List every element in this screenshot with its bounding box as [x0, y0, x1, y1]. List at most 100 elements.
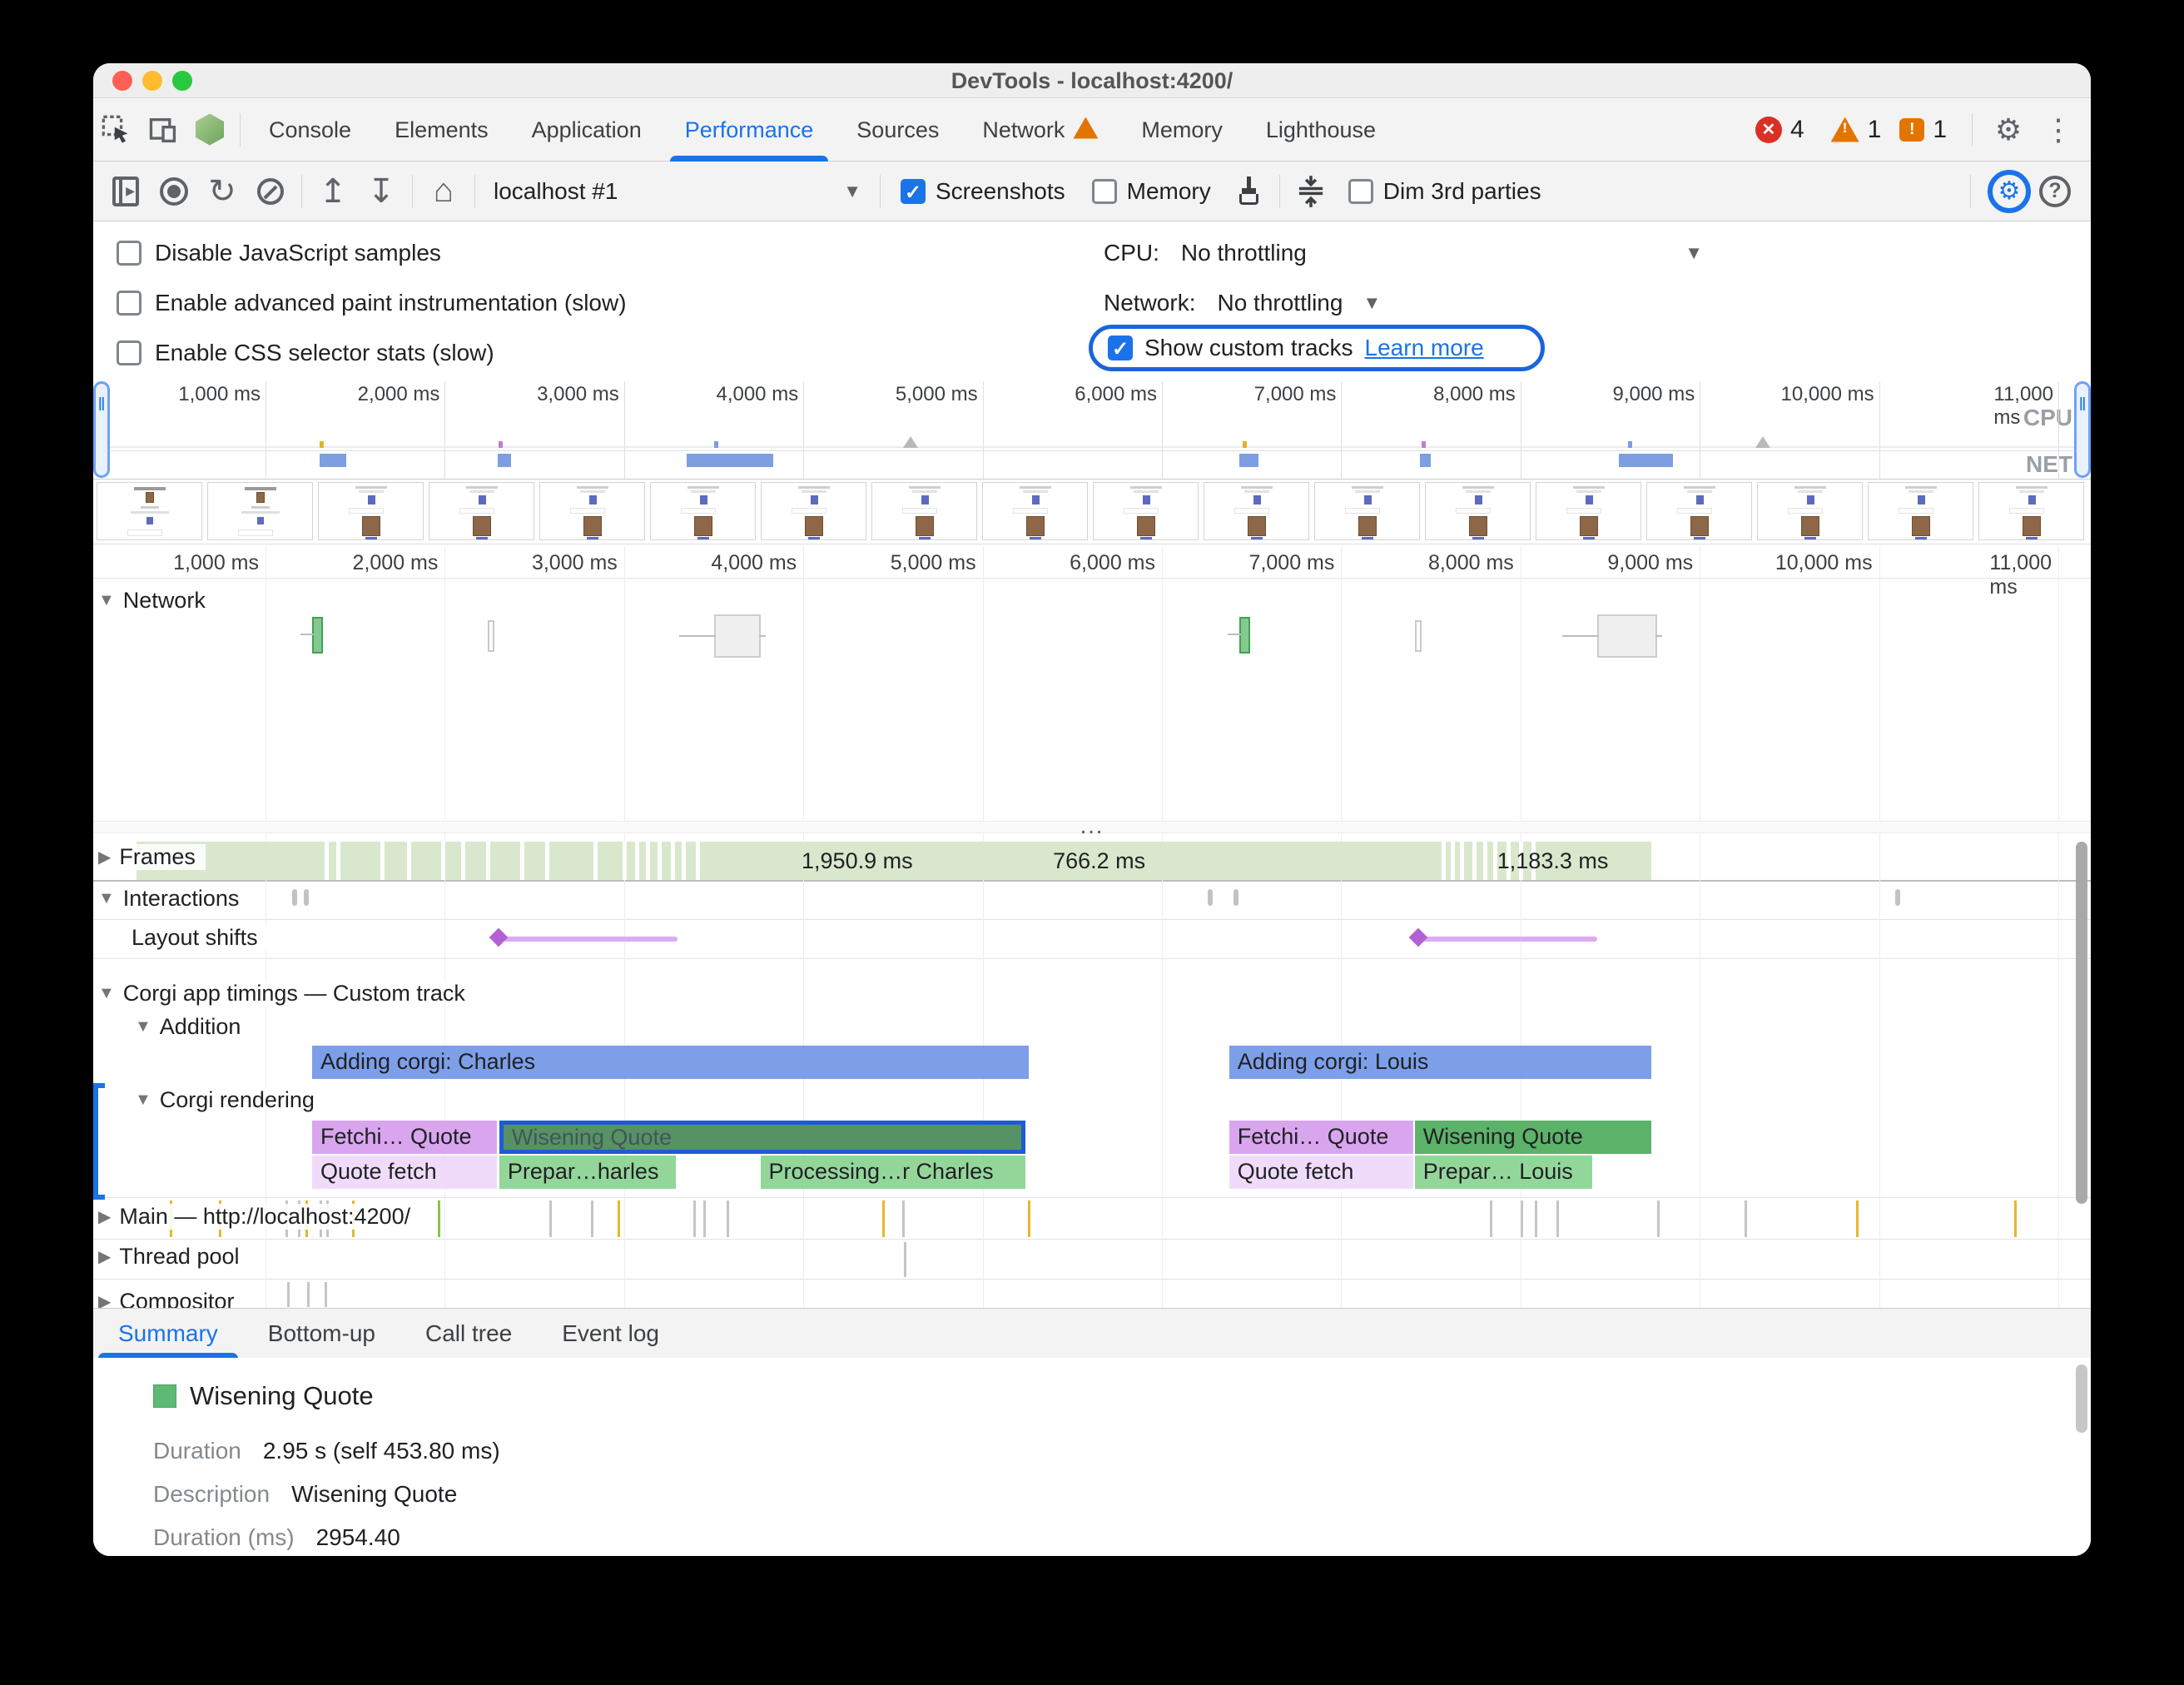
- chevron-down-icon[interactable]: ▼: [1685, 242, 1703, 264]
- overview-left-handle[interactable]: ‖: [93, 381, 110, 478]
- filmstrip-thumbnail[interactable]: [1425, 482, 1531, 540]
- node-icon[interactable]: [186, 107, 233, 153]
- filmstrip-thumbnail[interactable]: [1536, 482, 1641, 540]
- tab-lighthouse[interactable]: Lighthouse: [1244, 98, 1397, 162]
- track-compositor-label[interactable]: ▶ Compositor: [93, 1289, 244, 1308]
- network-request[interactable]: [1239, 617, 1250, 654]
- details-tab-call-tree[interactable]: Call tree: [400, 1309, 537, 1359]
- dim-3rd-parties-checkbox[interactable]: [1348, 179, 1373, 204]
- filmstrip-thumbnail[interactable]: [1646, 482, 1752, 540]
- tab-sources[interactable]: Sources: [835, 98, 960, 162]
- flame-chart[interactable]: … ▼ Network ▶ Frames ▼ Interactions Layo…: [93, 546, 2091, 1308]
- tab-elements[interactable]: Elements: [373, 98, 510, 162]
- filmstrip-thumbnail[interactable]: [761, 482, 866, 540]
- filmstrip-thumbnail[interactable]: [207, 482, 313, 540]
- layout-shift-line[interactable]: [1418, 937, 1597, 942]
- reload-and-record-icon[interactable]: ↻: [198, 167, 246, 216]
- filmstrip-thumbnail[interactable]: [982, 482, 1088, 540]
- home-icon[interactable]: ⌂: [419, 167, 468, 216]
- chevron-down-icon[interactable]: ▼: [1363, 292, 1381, 314]
- upload-profile-icon[interactable]: ↥: [309, 167, 357, 216]
- setting-checkbox[interactable]: [117, 241, 141, 266]
- custom-track-event[interactable]: Fetchi… Quote: [312, 1121, 497, 1154]
- track-thread-pool-label[interactable]: ▶ Thread pool: [93, 1244, 250, 1270]
- clear-icon[interactable]: [246, 167, 295, 216]
- track-addition-label[interactable]: ▼ Addition: [130, 1014, 251, 1040]
- filmstrip-thumbnail[interactable]: [429, 482, 534, 540]
- filmstrip-thumbnail[interactable]: [539, 482, 645, 540]
- custom-track-event[interactable]: Prepar…harles: [499, 1156, 676, 1189]
- timeline-overview[interactable]: CPU NET ‖ ‖ 1,000 ms2,000 ms3,000 ms4,00…: [93, 381, 2091, 480]
- track-frames-label[interactable]: ▶ Frames: [93, 844, 206, 870]
- issue-count[interactable]: 1: [1933, 116, 1947, 144]
- network-request[interactable]: [1597, 614, 1656, 658]
- memory-checkbox-row[interactable]: Memory: [1079, 178, 1224, 205]
- interaction-mark[interactable]: [1208, 889, 1213, 906]
- tab-console[interactable]: Console: [247, 98, 373, 162]
- filmstrip-thumbnail[interactable]: [871, 482, 977, 540]
- shrink-rows-icon[interactable]: [1287, 167, 1335, 216]
- flame-scrollbar[interactable]: [2076, 842, 2087, 1204]
- layout-shift-diamond[interactable]: [1409, 928, 1428, 947]
- cpu-throttling-select[interactable]: No throttling: [1181, 240, 1307, 266]
- warning-badge-icon[interactable]: [1831, 117, 1859, 142]
- filmstrip-thumbnail[interactable]: [1093, 482, 1199, 540]
- network-request[interactable]: [312, 617, 323, 654]
- tab-performance[interactable]: Performance: [663, 98, 836, 162]
- inspect-element-icon[interactable]: [93, 107, 140, 153]
- record-button[interactable]: [150, 167, 198, 216]
- expander-icon[interactable]: ▶: [98, 847, 111, 867]
- expander-icon[interactable]: ▼: [98, 984, 115, 1003]
- error-badge-icon[interactable]: ✕: [1755, 117, 1782, 143]
- tab-memory[interactable]: Memory: [1119, 98, 1244, 162]
- show-custom-tracks-checkbox[interactable]: [1108, 336, 1133, 360]
- download-profile-icon[interactable]: ↧: [357, 167, 405, 216]
- tab-network[interactable]: Network: [960, 98, 1119, 162]
- track-custom-header[interactable]: ▼ Corgi app timings — Custom track: [93, 981, 475, 1007]
- track-layout-shifts-label[interactable]: Layout shifts: [127, 925, 268, 951]
- learn-more-link[interactable]: Learn more: [1365, 335, 1484, 361]
- track-main-label[interactable]: ▶ Main — http://localhost:4200/: [93, 1204, 420, 1230]
- interaction-mark[interactable]: [292, 889, 297, 906]
- panel-resize-handle[interactable]: …: [93, 821, 2091, 833]
- setting-checkbox[interactable]: [117, 340, 141, 365]
- expander-icon[interactable]: ▼: [135, 1017, 151, 1036]
- custom-track-event[interactable]: Processing…r Charles: [761, 1156, 1026, 1189]
- interaction-mark[interactable]: [1233, 889, 1238, 906]
- filmstrip-thumbnail[interactable]: [318, 482, 424, 540]
- device-toolbar-icon[interactable]: [140, 107, 186, 153]
- custom-track-event-selected[interactable]: Wisening Quote: [499, 1121, 1025, 1154]
- garbage-collect-icon[interactable]: [1224, 167, 1273, 216]
- track-network-label[interactable]: ▼ Network: [93, 588, 216, 614]
- screenshots-checkbox-row[interactable]: Screenshots: [887, 178, 1079, 205]
- custom-track-event[interactable]: Prepar… Louis: [1415, 1156, 1592, 1189]
- overview-right-handle[interactable]: ‖: [2074, 381, 2091, 478]
- warning-count[interactable]: 1: [1868, 116, 1882, 144]
- capture-settings-gear-icon[interactable]: ⚙: [1988, 170, 2031, 213]
- custom-track-event[interactable]: Adding corgi: Louis: [1229, 1046, 1651, 1079]
- custom-track-event[interactable]: Wisening Quote: [1415, 1121, 1651, 1154]
- custom-track-event[interactable]: Quote fetch: [312, 1156, 497, 1189]
- dim-3rd-parties-checkbox-row[interactable]: Dim 3rd parties: [1335, 178, 1555, 205]
- toggle-sidebar-icon[interactable]: [102, 167, 150, 216]
- interaction-mark[interactable]: [304, 889, 309, 906]
- expander-icon[interactable]: ▶: [98, 1246, 111, 1267]
- error-count[interactable]: 4: [1790, 116, 1804, 144]
- network-request[interactable]: [488, 620, 494, 652]
- history-select[interactable]: localhost #1 ▼: [482, 178, 873, 205]
- custom-track-event[interactable]: Fetchi… Quote: [1229, 1121, 1413, 1154]
- filmstrip-thumbnail[interactable]: [1757, 482, 1863, 540]
- details-tab-summary[interactable]: Summary: [93, 1309, 243, 1359]
- filmstrip-thumbnail[interactable]: [97, 482, 202, 540]
- filmstrip-thumbnail[interactable]: [1978, 482, 2084, 540]
- layout-shift-line[interactable]: [499, 937, 678, 942]
- network-throttling-select[interactable]: No throttling: [1217, 290, 1343, 316]
- tab-application[interactable]: Application: [510, 98, 663, 162]
- details-tab-bottom-up[interactable]: Bottom-up: [243, 1309, 400, 1359]
- details-tab-event-log[interactable]: Event log: [537, 1309, 684, 1359]
- filmstrip-thumbnail[interactable]: [1204, 482, 1309, 540]
- summary-scrollbar[interactable]: [2076, 1364, 2087, 1433]
- more-options-icon[interactable]: ⋮: [2038, 112, 2079, 147]
- network-request[interactable]: [714, 614, 761, 658]
- custom-track-event[interactable]: Quote fetch: [1229, 1156, 1413, 1189]
